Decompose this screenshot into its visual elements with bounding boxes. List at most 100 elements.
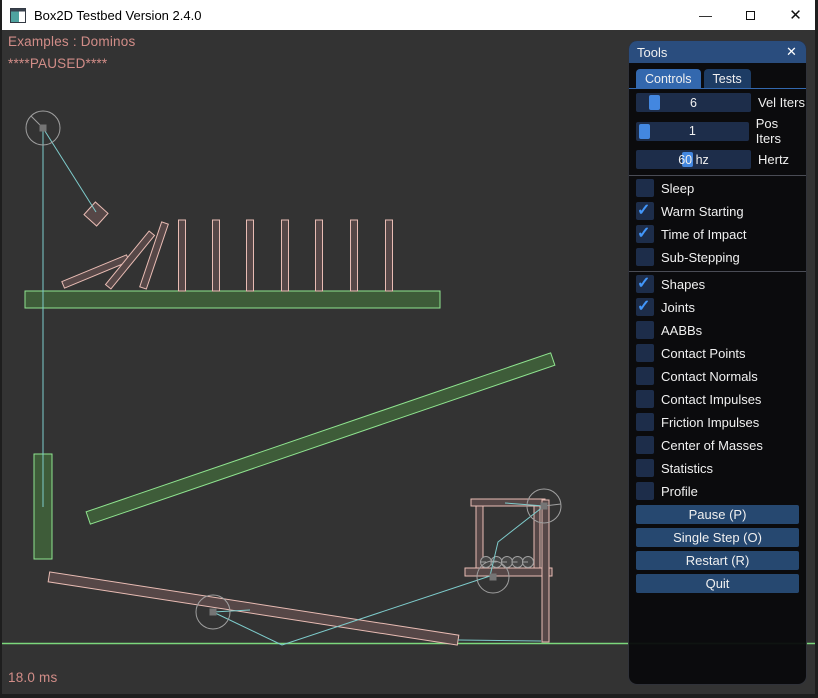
domino[interactable] xyxy=(386,220,393,291)
checkbox-label: AABBs xyxy=(661,323,702,338)
checkbox-label: Warm Starting xyxy=(661,204,744,219)
seesaw-plank[interactable] xyxy=(48,572,459,645)
slider-label: Hertz xyxy=(758,152,789,167)
joint-line xyxy=(43,128,96,212)
domino[interactable] xyxy=(140,222,169,289)
checkbox-sub-stepping[interactable]: ✓ Sub-Stepping xyxy=(636,248,806,266)
domino-shelf xyxy=(25,291,440,308)
window-title: Box2D Testbed Version 2.4.0 xyxy=(34,8,201,23)
checkbox-label: Sleep xyxy=(661,181,694,196)
checkbox-profile[interactable]: ✓ Profile xyxy=(636,482,806,500)
checkbox-box[interactable]: ✓ xyxy=(636,275,654,293)
check-icon: ✓ xyxy=(637,296,650,316)
checkbox-box[interactable]: ✓ xyxy=(636,179,654,197)
restart-button[interactable]: Restart (R) xyxy=(636,551,799,570)
checkbox-label: Friction Impulses xyxy=(661,415,759,430)
single-step-button[interactable]: Single Step (O) xyxy=(636,528,799,547)
checkbox-label: Time of Impact xyxy=(661,227,746,242)
tools-panel: Tools ✕ Controls Tests 6 Vel Iters 1 xyxy=(628,40,807,685)
checkbox-box[interactable]: ✓ xyxy=(636,202,654,220)
tab-bar: Controls Tests xyxy=(636,69,806,88)
tab-underline xyxy=(629,88,806,89)
checkbox-contact-impulses[interactable]: ✓ Contact Impulses xyxy=(636,390,806,408)
app-icon xyxy=(10,8,26,23)
checkbox-box[interactable]: ✓ xyxy=(636,413,654,431)
check-icon: ✓ xyxy=(637,223,650,243)
domino[interactable] xyxy=(213,220,220,291)
slider-row: 6 Vel Iters xyxy=(636,93,806,112)
checkbox-center-of-masses[interactable]: ✓ Center of Masses xyxy=(636,436,806,454)
checkbox-statistics[interactable]: ✓ Statistics xyxy=(636,459,806,477)
pos-iters-slider[interactable]: 1 xyxy=(636,122,749,141)
pause-button[interactable]: Pause (P) xyxy=(636,505,799,524)
simulation-canvas[interactable]: Examples : Dominos ****PAUSED**** 18.0 m… xyxy=(0,30,818,698)
checkbox-box[interactable]: ✓ xyxy=(636,459,654,477)
checkbox-friction-impulses[interactable]: ✓ Friction Impulses xyxy=(636,413,806,431)
checkbox-shapes[interactable]: ✓ Shapes xyxy=(636,275,806,293)
checkbox-contact-normals[interactable]: ✓ Contact Normals xyxy=(636,367,806,385)
checkbox-box[interactable]: ✓ xyxy=(636,321,654,339)
tools-panel-title: Tools xyxy=(637,45,667,60)
separator xyxy=(629,271,806,272)
panel-buttons: Pause (P) Single Step (O) Restart (R) Qu… xyxy=(636,505,806,593)
checkbox-label: Profile xyxy=(661,484,698,499)
checkbox-box[interactable]: ✓ xyxy=(636,225,654,243)
checkbox-label: Shapes xyxy=(661,277,705,292)
frame-time-label: 18.0 ms xyxy=(8,670,57,685)
joint-anchor xyxy=(210,609,217,616)
checkbox-aabbs[interactable]: ✓ AABBs xyxy=(636,321,806,339)
checkbox-box[interactable]: ✓ xyxy=(636,436,654,454)
checkbox-box[interactable]: ✓ xyxy=(636,298,654,316)
checkbox-contact-points[interactable]: ✓ Contact Points xyxy=(636,344,806,362)
minimize-button[interactable]: — xyxy=(683,0,728,30)
domino[interactable] xyxy=(316,220,323,291)
checkbox-sleep[interactable]: ✓ Sleep xyxy=(636,179,806,197)
tools-panel-titlebar[interactable]: Tools ✕ xyxy=(629,41,806,63)
tall-post[interactable] xyxy=(542,500,549,642)
domino[interactable] xyxy=(282,220,289,291)
slider-label: Vel Iters xyxy=(758,95,805,110)
check-icon: ✓ xyxy=(637,273,650,293)
checkbox-time-of-impact[interactable]: ✓ Time of Impact xyxy=(636,225,806,243)
checkbox-label: Joints xyxy=(661,300,695,315)
slider-label: Pos Iters xyxy=(756,116,806,146)
tab-controls[interactable]: Controls xyxy=(636,69,701,88)
window-controls: — ✕ xyxy=(683,0,818,30)
joint-anchor xyxy=(490,574,497,581)
slider-row: 1 Pos Iters xyxy=(636,116,806,146)
checkbox-box[interactable]: ✓ xyxy=(636,344,654,362)
joint-line xyxy=(282,576,490,645)
checkbox-box[interactable]: ✓ xyxy=(636,248,654,266)
panel-close-icon[interactable]: ✕ xyxy=(783,44,800,61)
domino[interactable] xyxy=(351,220,358,291)
check-icon: ✓ xyxy=(637,200,650,220)
checkbox-label: Contact Points xyxy=(661,346,746,361)
pendulum-box[interactable] xyxy=(84,202,108,226)
separator xyxy=(629,175,806,176)
slider-value: 60 hz xyxy=(636,150,751,169)
tilted-ramp xyxy=(86,353,555,524)
tab-tests[interactable]: Tests xyxy=(704,69,751,88)
joint-line xyxy=(458,640,541,641)
vel-iters-slider[interactable]: 6 xyxy=(636,93,751,112)
checkbox-label: Statistics xyxy=(661,461,713,476)
checkbox-box[interactable]: ✓ xyxy=(636,482,654,500)
checkbox-joints[interactable]: ✓ Joints xyxy=(636,298,806,316)
joint-line xyxy=(213,612,282,645)
domino[interactable] xyxy=(179,220,186,291)
maximize-button[interactable] xyxy=(728,0,773,30)
app-window: Box2D Testbed Version 2.4.0 — ✕ xyxy=(0,0,818,698)
checkbox-label: Sub-Stepping xyxy=(661,250,740,265)
close-button[interactable]: ✕ xyxy=(773,0,818,30)
example-label: Examples : Dominos xyxy=(8,34,135,49)
slider-row: 60 hz Hertz xyxy=(636,150,806,169)
frame-right-post[interactable] xyxy=(534,506,540,570)
domino[interactable] xyxy=(247,220,254,291)
checkbox-warm-starting[interactable]: ✓ Warm Starting xyxy=(636,202,806,220)
checkbox-box[interactable]: ✓ xyxy=(636,390,654,408)
hertz-slider[interactable]: 60 hz xyxy=(636,150,751,169)
checkbox-box[interactable]: ✓ xyxy=(636,367,654,385)
quit-button[interactable]: Quit xyxy=(636,574,799,593)
maximize-icon xyxy=(746,11,755,20)
checkbox-label: Contact Impulses xyxy=(661,392,761,407)
